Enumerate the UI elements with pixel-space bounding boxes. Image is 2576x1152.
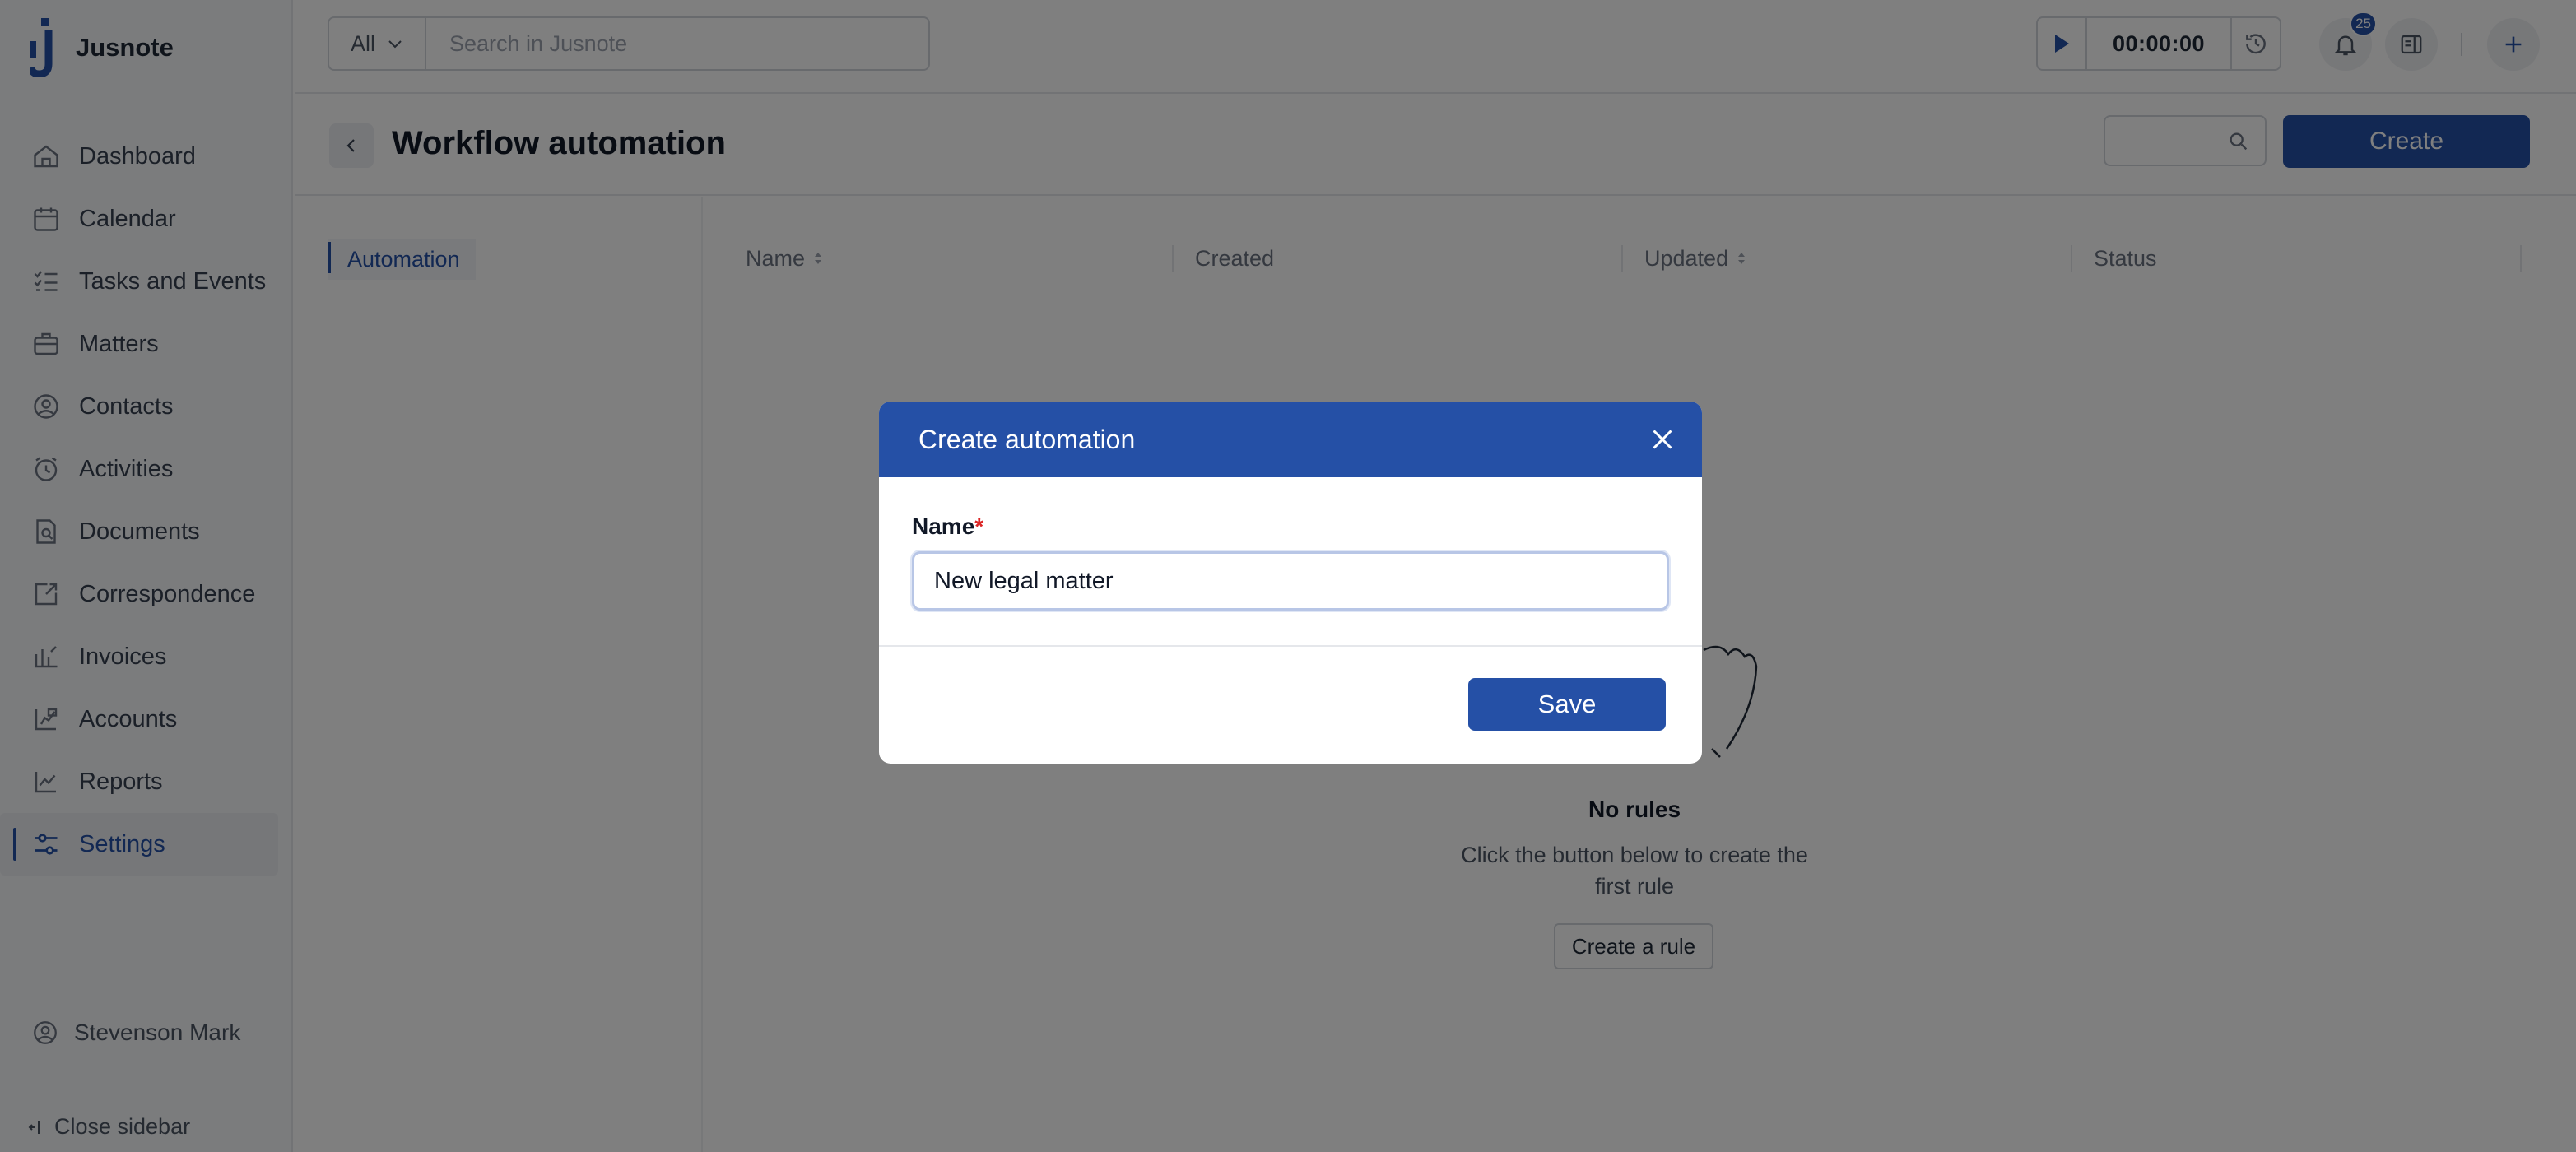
name-field-label: Name* (912, 513, 983, 540)
create-automation-dialog: Create automation Name* Save (879, 402, 1702, 764)
name-label-text: Name (912, 513, 975, 539)
automation-name-input[interactable] (912, 551, 1669, 611)
dialog-header: Create automation (879, 402, 1702, 477)
required-marker: * (974, 513, 984, 539)
dialog-title: Create automation (918, 425, 1136, 454)
save-button[interactable]: Save (1468, 678, 1666, 731)
close-icon[interactable] (1648, 425, 1677, 454)
dialog-divider (879, 645, 1702, 647)
